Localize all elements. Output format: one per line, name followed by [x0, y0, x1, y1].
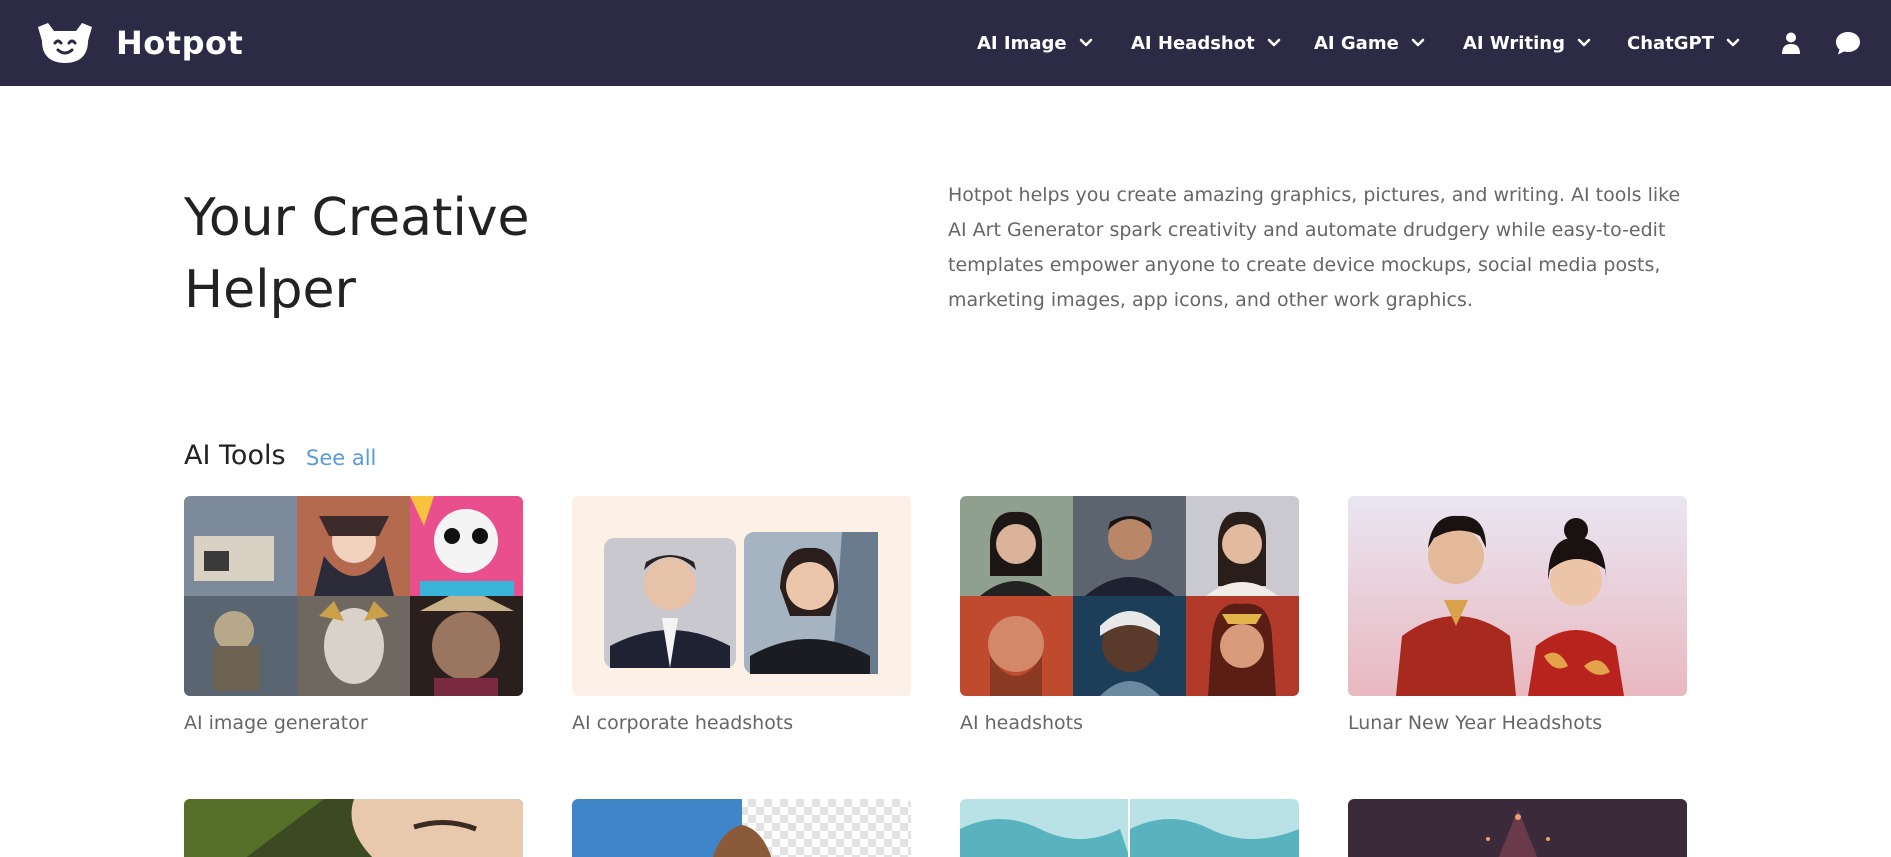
hotpot-logo-icon	[38, 23, 92, 63]
chevron-down-icon	[1411, 38, 1425, 47]
nav-ai-writing[interactable]: AI Writing	[1463, 0, 1591, 86]
tool-card-row2-1-thumbnail	[184, 799, 523, 857]
collage-image	[184, 496, 523, 696]
nav-ai-headshot[interactable]: AI Headshot	[1131, 0, 1281, 86]
see-all-link[interactable]: See all	[306, 446, 376, 470]
headshots-grid-image	[960, 496, 1299, 696]
nav-chatgpt-label: ChatGPT	[1627, 32, 1715, 54]
chat-bubble-icon	[1836, 32, 1860, 55]
tool-card-thumbnail	[1348, 496, 1687, 696]
chevron-down-icon	[1079, 38, 1092, 47]
tool-card-label: Lunar New Year Headshots	[1348, 712, 1603, 734]
nav-ai-image-label: AI Image	[977, 32, 1067, 54]
tool-card-row2-1[interactable]	[184, 799, 523, 857]
top-navbar: Hotpot AI Image AI Headshot AI Game AI W…	[0, 0, 1891, 86]
tool-card-row2-4[interactable]	[1348, 799, 1687, 857]
tool-card-thumbnail	[960, 496, 1299, 696]
corporate-headshots-image	[572, 496, 911, 696]
tool-card-thumbnail	[572, 496, 911, 696]
lunar-new-year-image	[1348, 496, 1687, 696]
hero-description: Hotpot helps you create amazing graphics…	[948, 184, 1681, 311]
ai-tools-heading: AI Tools	[184, 440, 286, 471]
nav-ai-image[interactable]: AI Image	[977, 0, 1093, 86]
tool-card-thumbnail	[184, 496, 523, 696]
nav-ai-writing-label: AI Writing	[1463, 32, 1565, 54]
chat-button[interactable]	[1834, 0, 1862, 86]
nav-ai-game[interactable]: AI Game	[1314, 0, 1425, 86]
hero-title-line-2: Helper	[184, 260, 356, 320]
hero-title: Your Creative Helper	[184, 182, 604, 326]
chevron-down-icon	[1726, 38, 1740, 47]
brand-name: Hotpot	[116, 24, 244, 62]
chevron-down-icon	[1267, 38, 1281, 47]
tool-card-row2-2-thumbnail	[572, 799, 911, 857]
tool-card-label: AI headshots	[960, 712, 1083, 734]
nav-chatgpt[interactable]: ChatGPT	[1627, 0, 1740, 86]
tool-card-ai-headshots[interactable]: AI headshots	[960, 496, 1299, 734]
nav-ai-game-label: AI Game	[1314, 32, 1399, 54]
tool-card-row2-3[interactable]	[960, 799, 1299, 857]
tool-card-label: AI corporate headshots	[572, 712, 794, 734]
chevron-down-icon	[1577, 38, 1591, 47]
tool-card-label: AI image generator	[184, 712, 368, 734]
tool-card-lunar-new-year-headshots[interactable]: Lunar New Year Headshots	[1348, 496, 1687, 734]
brand-logo[interactable]: Hotpot	[36, 20, 243, 66]
user-icon	[1782, 32, 1800, 54]
tool-card-row2-3-thumbnail	[960, 799, 1299, 857]
tool-card-ai-image-generator[interactable]: AI image generator	[184, 496, 523, 734]
nav-ai-headshot-label: AI Headshot	[1131, 32, 1255, 54]
tool-card-row2-2[interactable]	[572, 799, 911, 857]
account-button[interactable]	[1781, 0, 1801, 86]
tool-card-ai-corporate-headshots[interactable]: AI corporate headshots	[572, 496, 911, 734]
tool-card-row2-4-thumbnail	[1348, 799, 1687, 857]
hero-title-line-1: Your Creative	[184, 188, 530, 248]
